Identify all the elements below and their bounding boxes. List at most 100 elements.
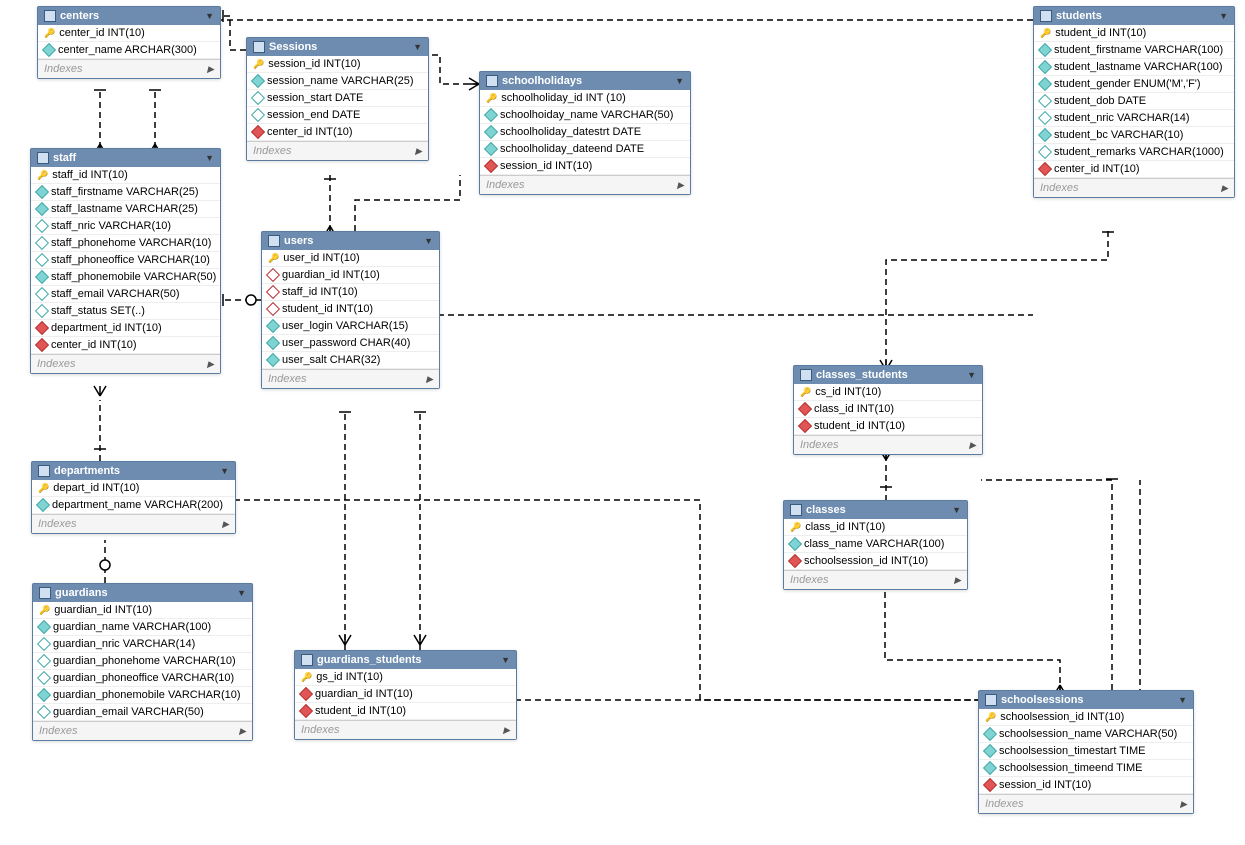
column-row[interactable]: staff_phonehome VARCHAR(10)	[31, 235, 220, 252]
collapse-arrow-icon[interactable]: ▼	[237, 588, 246, 598]
column-row[interactable]: 🔑class_id INT(10)	[784, 519, 967, 536]
indexes-section[interactable]: Indexes▶	[480, 175, 690, 194]
table-header[interactable]: users▼	[262, 232, 439, 250]
expand-arrow-icon[interactable]: ▶	[239, 726, 246, 737]
table-header[interactable]: departments▼	[32, 462, 235, 480]
indexes-section[interactable]: Indexes▶	[784, 570, 967, 589]
collapse-arrow-icon[interactable]: ▼	[1219, 11, 1228, 21]
table-departments[interactable]: departments▼🔑depart_id INT(10)department…	[31, 461, 236, 534]
expand-arrow-icon[interactable]: ▶	[1180, 799, 1187, 810]
column-row[interactable]: guardian_id INT(10)	[295, 686, 516, 703]
collapse-arrow-icon[interactable]: ▼	[952, 505, 961, 515]
column-row[interactable]: student_firstname VARCHAR(100)	[1034, 42, 1234, 59]
column-row[interactable]: schoolholiday_dateend DATE	[480, 141, 690, 158]
collapse-arrow-icon[interactable]: ▼	[220, 466, 229, 476]
column-row[interactable]: 🔑guardian_id INT(10)	[33, 602, 252, 619]
table-classes_students[interactable]: classes_students▼🔑cs_id INT(10)class_id …	[793, 365, 983, 455]
column-row[interactable]: user_password CHAR(40)	[262, 335, 439, 352]
expand-arrow-icon[interactable]: ▶	[1221, 183, 1228, 194]
column-row[interactable]: session_name VARCHAR(25)	[247, 73, 428, 90]
table-header[interactable]: centers▼	[38, 7, 220, 25]
table-header[interactable]: classes_students▼	[794, 366, 982, 384]
column-row[interactable]: guardian_phonehome VARCHAR(10)	[33, 653, 252, 670]
table-header[interactable]: students▼	[1034, 7, 1234, 25]
indexes-section[interactable]: Indexes▶	[31, 354, 220, 373]
column-row[interactable]: student_gender ENUM('M','F')	[1034, 76, 1234, 93]
collapse-arrow-icon[interactable]: ▼	[675, 76, 684, 86]
column-row[interactable]: 🔑depart_id INT(10)	[32, 480, 235, 497]
collapse-arrow-icon[interactable]: ▼	[205, 11, 214, 21]
table-header[interactable]: schoolsessions▼	[979, 691, 1193, 709]
column-row[interactable]: staff_firstname VARCHAR(25)	[31, 184, 220, 201]
column-row[interactable]: 🔑session_id INT(10)	[247, 56, 428, 73]
table-guardians_students[interactable]: guardians_students▼🔑gs_id INT(10)guardia…	[294, 650, 517, 740]
column-row[interactable]: 🔑student_id INT(10)	[1034, 25, 1234, 42]
column-row[interactable]: staff_phonemobile VARCHAR(50)	[31, 269, 220, 286]
column-row[interactable]: student_remarks VARCHAR(1000)	[1034, 144, 1234, 161]
column-row[interactable]: schoolsession_timeend TIME	[979, 760, 1193, 777]
column-row[interactable]: staff_status SET(..)	[31, 303, 220, 320]
column-row[interactable]: center_id INT(10)	[31, 337, 220, 354]
table-users[interactable]: users▼🔑user_id INT(10)guardian_id INT(10…	[261, 231, 440, 389]
table-students[interactable]: students▼🔑student_id INT(10)student_firs…	[1033, 6, 1235, 198]
column-row[interactable]: staff_email VARCHAR(50)	[31, 286, 220, 303]
column-row[interactable]: 🔑cs_id INT(10)	[794, 384, 982, 401]
column-row[interactable]: 🔑gs_id INT(10)	[295, 669, 516, 686]
collapse-arrow-icon[interactable]: ▼	[501, 655, 510, 665]
expand-arrow-icon[interactable]: ▶	[503, 725, 510, 736]
column-row[interactable]: guardian_phoneoffice VARCHAR(10)	[33, 670, 252, 687]
column-row[interactable]: student_lastname VARCHAR(100)	[1034, 59, 1234, 76]
column-row[interactable]: user_login VARCHAR(15)	[262, 318, 439, 335]
column-row[interactable]: department_name VARCHAR(200)	[32, 497, 235, 514]
expand-arrow-icon[interactable]: ▶	[954, 575, 961, 586]
column-row[interactable]: center_id INT(10)	[247, 124, 428, 141]
table-header[interactable]: classes▼	[784, 501, 967, 519]
column-row[interactable]: class_id INT(10)	[794, 401, 982, 418]
expand-arrow-icon[interactable]: ▶	[426, 374, 433, 385]
column-row[interactable]: session_end DATE	[247, 107, 428, 124]
collapse-arrow-icon[interactable]: ▼	[413, 42, 422, 52]
indexes-section[interactable]: Indexes▶	[38, 59, 220, 78]
column-row[interactable]: schoolsession_name VARCHAR(50)	[979, 726, 1193, 743]
column-row[interactable]: student_id INT(10)	[794, 418, 982, 435]
column-row[interactable]: staff_lastname VARCHAR(25)	[31, 201, 220, 218]
table-staff[interactable]: staff▼🔑staff_id INT(10)staff_firstname V…	[30, 148, 221, 374]
indexes-section[interactable]: Indexes▶	[247, 141, 428, 160]
column-row[interactable]: student_dob DATE	[1034, 93, 1234, 110]
table-header[interactable]: staff▼	[31, 149, 220, 167]
column-row[interactable]: schoolhoiday_name VARCHAR(50)	[480, 107, 690, 124]
column-row[interactable]: guardian_nric VARCHAR(14)	[33, 636, 252, 653]
table-header[interactable]: schoolholidays▼	[480, 72, 690, 90]
column-row[interactable]: staff_id INT(10)	[262, 284, 439, 301]
collapse-arrow-icon[interactable]: ▼	[967, 370, 976, 380]
indexes-section[interactable]: Indexes▶	[262, 369, 439, 388]
column-row[interactable]: 🔑schoolholiday_id INT (10)	[480, 90, 690, 107]
expand-arrow-icon[interactable]: ▶	[207, 359, 214, 370]
column-row[interactable]: schoolsession_timestart TIME	[979, 743, 1193, 760]
expand-arrow-icon[interactable]: ▶	[207, 64, 214, 75]
column-row[interactable]: session_id INT(10)	[979, 777, 1193, 794]
column-row[interactable]: guardian_name VARCHAR(100)	[33, 619, 252, 636]
column-row[interactable]: 🔑user_id INT(10)	[262, 250, 439, 267]
column-row[interactable]: guardian_phonemobile VARCHAR(10)	[33, 687, 252, 704]
table-centers[interactable]: centers▼🔑center_id INT(10)center_name AR…	[37, 6, 221, 79]
column-row[interactable]: student_id INT(10)	[262, 301, 439, 318]
column-row[interactable]: department_id INT(10)	[31, 320, 220, 337]
column-row[interactable]: 🔑schoolsession_id INT(10)	[979, 709, 1193, 726]
column-row[interactable]: guardian_id INT(10)	[262, 267, 439, 284]
expand-arrow-icon[interactable]: ▶	[677, 180, 684, 191]
collapse-arrow-icon[interactable]: ▼	[424, 236, 433, 246]
table-header[interactable]: Sessions▼	[247, 38, 428, 56]
table-schoolsessions[interactable]: schoolsessions▼🔑schoolsession_id INT(10)…	[978, 690, 1194, 814]
collapse-arrow-icon[interactable]: ▼	[205, 153, 214, 163]
table-schoolholidays[interactable]: schoolholidays▼🔑schoolholiday_id INT (10…	[479, 71, 691, 195]
column-row[interactable]: guardian_email VARCHAR(50)	[33, 704, 252, 721]
indexes-section[interactable]: Indexes▶	[794, 435, 982, 454]
column-row[interactable]: student_nric VARCHAR(14)	[1034, 110, 1234, 127]
column-row[interactable]: class_name VARCHAR(100)	[784, 536, 967, 553]
column-row[interactable]: schoolsession_id INT(10)	[784, 553, 967, 570]
column-row[interactable]: student_bc VARCHAR(10)	[1034, 127, 1234, 144]
table-header[interactable]: guardians_students▼	[295, 651, 516, 669]
table-guardians[interactable]: guardians▼🔑guardian_id INT(10)guardian_n…	[32, 583, 253, 741]
table-sessions[interactable]: Sessions▼🔑session_id INT(10)session_name…	[246, 37, 429, 161]
